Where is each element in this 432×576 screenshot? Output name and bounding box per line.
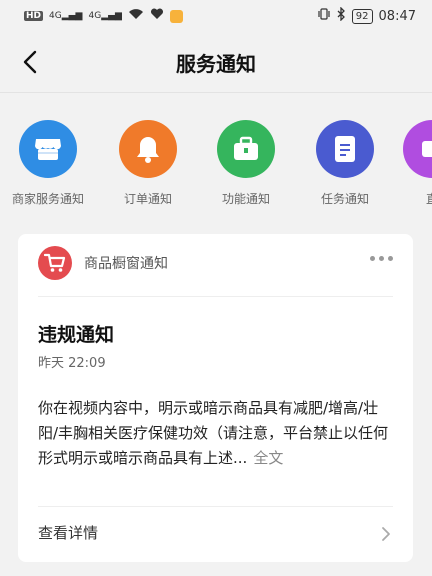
- header-divider: [0, 92, 432, 93]
- network-gen-2: 4G: [88, 11, 102, 21]
- category-label: 订单通知: [123, 192, 172, 206]
- signal-icon-2: 4G▂▄▆: [88, 11, 122, 21]
- card-divider: [38, 296, 393, 297]
- category-label: 商家服务通知: [11, 192, 84, 206]
- chevron-left-icon: [23, 50, 37, 74]
- heart-icon: [150, 8, 164, 24]
- status-bar: HD 4G▂▄▆ 4G▂▄▆ 92 08:47: [0, 0, 432, 32]
- view-details-link[interactable]: 查看详情: [38, 522, 98, 543]
- notification-body-text: 你在视频内容中，明示或暗示商品具有减肥/增高/壮阳/丰胸相关医疗保健功效（请注意…: [38, 399, 389, 467]
- notification-time: 昨天 22:09: [38, 356, 106, 371]
- cart-icon: [38, 246, 72, 280]
- chevron-right-icon[interactable]: [379, 524, 393, 544]
- more-options-icon[interactable]: [370, 256, 393, 261]
- category-feature[interactable]: 功能通知: [198, 120, 294, 207]
- expand-link[interactable]: 全文: [253, 449, 283, 467]
- bluetooth-icon: [336, 6, 346, 25]
- bell-icon: [119, 120, 177, 178]
- vibrate-icon: [318, 7, 330, 25]
- page-title: 服务通知: [176, 51, 256, 76]
- category-order[interactable]: 订单通知: [100, 120, 196, 207]
- category-label: 功能通知: [221, 192, 270, 206]
- briefcase-icon: [217, 120, 275, 178]
- top-bar: 服务通知: [0, 32, 432, 92]
- network-gen-1: 4G: [49, 11, 62, 21]
- clock: 08:47: [378, 8, 416, 24]
- battery-indicator: 92: [351, 8, 373, 24]
- category-label: 直: [425, 192, 432, 206]
- category-merchant-service[interactable]: 商家服务通知: [0, 120, 96, 207]
- app-notification-icon: [169, 9, 183, 23]
- signal-icon: 4G▂▄▆: [49, 11, 83, 21]
- notification-body: 你在视频内容中，明示或暗示商品具有减肥/增高/壮阳/丰胸相关医疗保健功效（请注意…: [38, 396, 394, 471]
- category-row: 商家服务通知 订单通知 功能通知 任务通知 直: [0, 120, 432, 216]
- notification-source: 商品橱窗通知: [84, 256, 168, 272]
- category-label: 任务通知: [320, 192, 369, 206]
- category-live[interactable]: 直: [384, 120, 432, 207]
- status-left: HD 4G▂▄▆ 4G▂▄▆: [24, 8, 183, 24]
- card-divider-bottom: [38, 506, 393, 507]
- notification-card[interactable]: 商品橱窗通知 违规通知 昨天 22:09 你在视频内容中，明示或暗示商品具有减肥…: [18, 234, 413, 562]
- hd-indicator: HD: [24, 11, 44, 21]
- back-button[interactable]: [14, 46, 46, 78]
- notification-title: 违规通知: [38, 324, 115, 346]
- card-header: 商品橱窗通知: [38, 246, 168, 280]
- wifi-icon: [128, 8, 144, 24]
- store-icon: [19, 120, 77, 178]
- document-icon: [316, 120, 374, 178]
- live-icon: [403, 120, 432, 178]
- category-task[interactable]: 任务通知: [297, 120, 393, 207]
- status-right: 92 08:47: [318, 6, 416, 25]
